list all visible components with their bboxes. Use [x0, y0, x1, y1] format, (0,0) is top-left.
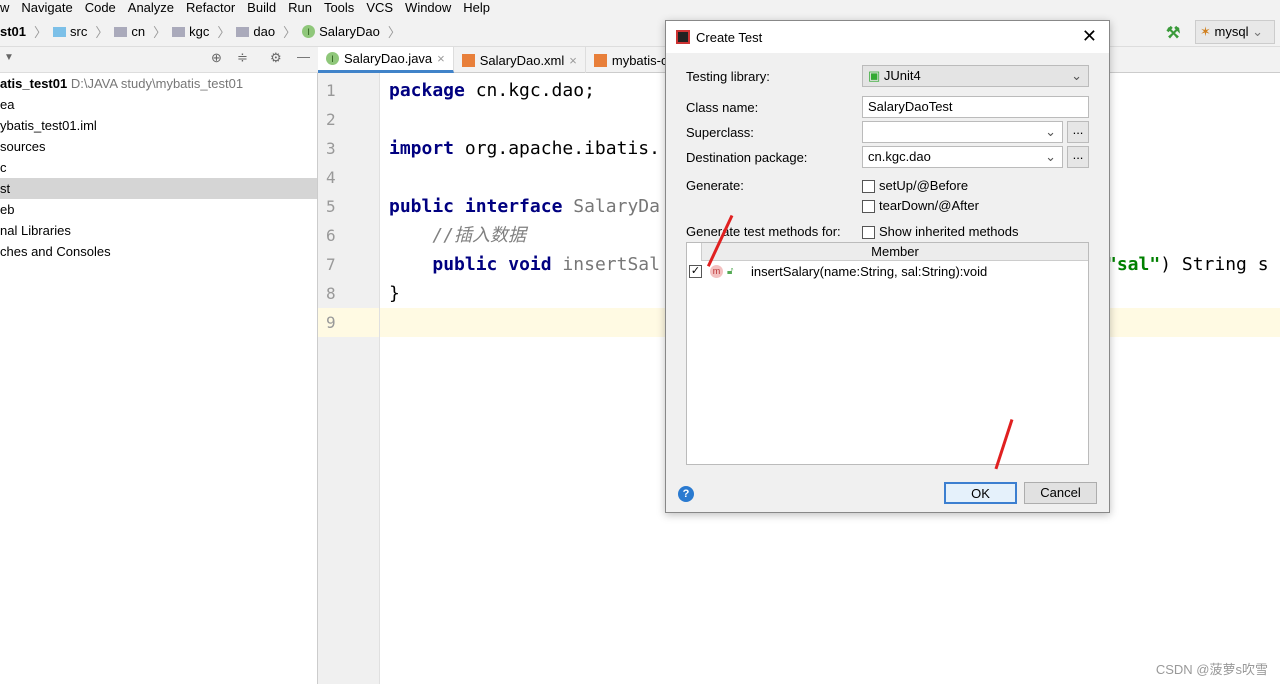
menu-help[interactable]: Help — [463, 0, 490, 17]
cancel-button[interactable]: Cancel — [1024, 482, 1097, 504]
crumb-src[interactable]: src 〉 — [53, 22, 108, 41]
menu-vcs[interactable]: VCS — [366, 0, 393, 17]
line-number: 1 — [326, 81, 336, 100]
close-icon[interactable]: × — [437, 51, 445, 66]
dropdown-icon[interactable]: ▼ — [4, 52, 14, 63]
locate-icon[interactable]: ⊕ — [211, 50, 222, 66]
line-number: 5 — [326, 197, 336, 216]
destination-package-label: Destination package: — [686, 150, 808, 165]
line-number: 2 — [326, 110, 336, 129]
dialog-title: Create Test — [696, 29, 763, 45]
line-gutter: 1 2 3 4 5 6 7 8 9 — [318, 73, 380, 684]
public-icon: 🔓︎ — [727, 265, 734, 277]
folder-icon — [236, 26, 250, 37]
menu-bar: w Navigate Code Analyze Refactor Build R… — [0, 0, 1280, 17]
close-icon[interactable]: × — [569, 53, 577, 68]
member-table: Member ✓ m 🔓︎ insertSalary(name:String, … — [686, 242, 1089, 465]
tree-item[interactable]: ches and Consoles — [0, 241, 317, 262]
show-inherited-checkbox[interactable]: Show inherited methods — [862, 224, 1018, 240]
testing-library-label: Testing library: — [686, 69, 770, 84]
line-number: 8 — [326, 284, 336, 303]
setup-checkbox[interactable]: setUp/@Before — [862, 178, 968, 194]
create-test-dialog: Create Test ✕ Testing library: ▣ JUnit4 ⌄… — [665, 20, 1110, 513]
interface-icon: I — [326, 52, 339, 65]
line-number: 4 — [326, 168, 336, 187]
line-number: 3 — [326, 139, 336, 158]
destination-package-input[interactable]: cn.kgc.dao ⌄ — [862, 146, 1063, 168]
tab-mybatis-config[interactable]: mybatis-c — [586, 47, 677, 73]
method-icon: m — [710, 264, 723, 278]
tree-item[interactable]: ea — [0, 94, 317, 115]
crumb-salarydao[interactable]: I SalaryDao 〉 — [302, 22, 401, 41]
menu-window[interactable]: Window — [405, 0, 451, 17]
tree-item[interactable]: ybatis_test01.iml — [0, 115, 317, 136]
member-row[interactable]: ✓ m 🔓︎ insertSalary(name:String, sal:Str… — [687, 261, 1088, 281]
interface-icon: I — [302, 25, 316, 38]
menu-view[interactable]: w — [0, 0, 9, 17]
tree-item[interactable]: st — [0, 178, 317, 199]
superclass-browse-button[interactable]: ... — [1067, 121, 1089, 143]
tree-item[interactable]: sources — [0, 136, 317, 157]
folder-icon — [53, 26, 67, 37]
crumb-dao[interactable]: dao 〉 — [236, 22, 296, 41]
methods-label: Generate test methods for: — [686, 224, 841, 239]
crumb-project[interactable]: st01 〉 — [0, 22, 47, 41]
superclass-input[interactable]: ⌄ — [862, 121, 1063, 143]
watermark: CSDN @菠萝s吹雪 — [1155, 662, 1268, 677]
testing-library-select[interactable]: ▣ JUnit4 ⌄ — [862, 65, 1089, 87]
crumb-kgc[interactable]: kgc 〉 — [172, 22, 230, 41]
class-name-label: Class name: — [686, 100, 759, 115]
junit-icon: ▣ — [868, 68, 881, 83]
menu-navigate[interactable]: Navigate — [21, 0, 72, 17]
tree-item[interactable]: c — [0, 157, 317, 178]
xml-icon — [461, 53, 475, 67]
collapse-icon[interactable]: ≑ — [237, 50, 248, 66]
project-tree: atis_test01 D:\JAVA study\mybatis_test01… — [0, 73, 318, 684]
destination-browse-button[interactable]: ... — [1067, 146, 1089, 168]
menu-tools[interactable]: Tools — [324, 0, 354, 17]
class-name-input[interactable]: SalaryDaoTest — [862, 96, 1089, 118]
line-number: 6 — [326, 226, 336, 245]
teardown-checkbox[interactable]: tearDown/@After — [862, 198, 979, 214]
member-name: insertSalary(name:String, sal:String):vo… — [751, 263, 988, 279]
tomcat-icon: ✶ — [1200, 24, 1211, 39]
ok-button[interactable]: OK — [944, 482, 1017, 504]
tree-item[interactable]: eb — [0, 199, 317, 220]
folder-icon — [172, 26, 186, 37]
minimize-icon[interactable]: — — [297, 49, 310, 64]
build-hammer-icon[interactable]: ⚒ — [1166, 23, 1180, 43]
tab-salarydao-java[interactable]: I SalaryDao.java × — [318, 47, 454, 73]
close-icon[interactable]: ✕ — [1082, 26, 1097, 47]
menu-refactor[interactable]: Refactor — [186, 0, 235, 17]
folder-icon — [114, 26, 128, 37]
menu-analyze[interactable]: Analyze — [128, 0, 174, 17]
line-number: 9 — [318, 308, 379, 337]
generate-label: Generate: — [686, 178, 744, 193]
intellij-icon — [676, 30, 690, 44]
superclass-label: Superclass: — [686, 125, 754, 140]
dialog-titlebar: Create Test ✕ — [666, 21, 1109, 53]
gear-icon[interactable]: ⚙ — [270, 50, 282, 66]
help-icon[interactable]: ? — [678, 486, 694, 502]
member-header: Member — [701, 243, 1088, 261]
crumb-cn[interactable]: cn 〉 — [114, 22, 166, 41]
line-number: 7 — [326, 255, 336, 274]
tab-salarydao-xml[interactable]: SalaryDao.xml × — [454, 47, 586, 73]
menu-code[interactable]: Code — [85, 0, 116, 17]
tree-root[interactable]: atis_test01 D:\JAVA study\mybatis_test01 — [0, 73, 317, 94]
menu-run[interactable]: Run — [288, 0, 312, 17]
tree-item[interactable]: nal Libraries — [0, 220, 317, 241]
member-checkbox[interactable]: ✓ — [689, 264, 702, 278]
menu-build[interactable]: Build — [247, 0, 276, 17]
xml-icon — [593, 53, 607, 67]
run-config-select[interactable]: ✶ mysql ⌄ — [1195, 20, 1275, 44]
project-toolbar: ▼ ⊕ ≑ ⚙ — — [0, 47, 318, 73]
